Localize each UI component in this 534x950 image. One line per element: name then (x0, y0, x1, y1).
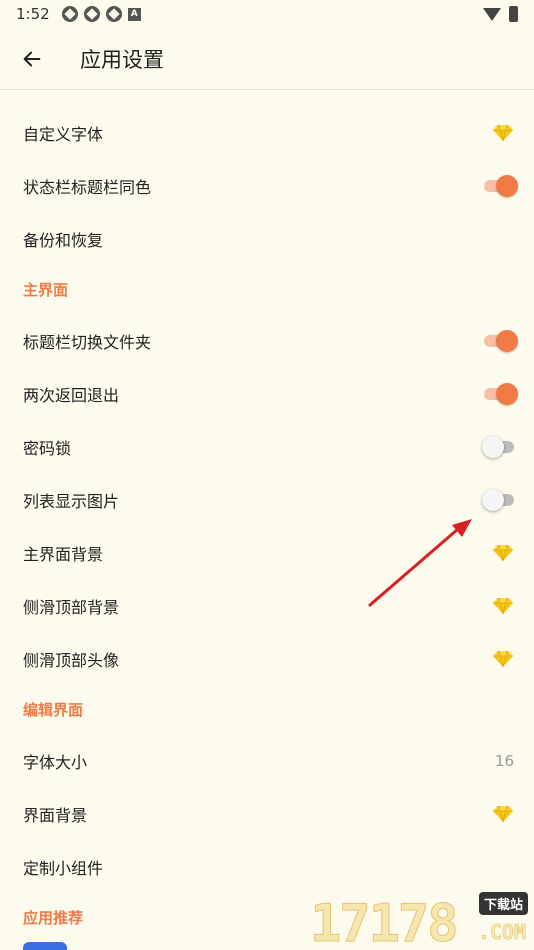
settings-row[interactable]: 侧滑顶部头像 (0, 632, 534, 685)
settings-row-label: 界面背景 (23, 805, 88, 825)
settings-row-label: 自定义字体 (23, 124, 104, 144)
settings-row-label: 状态栏标题栏同色 (23, 177, 152, 197)
settings-list: 自定义字体状态栏标题栏同色 备份和恢复主界面标题栏切换文件夹 两次返回退出 密码锁列表… (0, 106, 534, 942)
watermark-suffix: .COM (477, 920, 527, 945)
settings-row-label: 主界面背景 (23, 544, 104, 564)
toggle-switch[interactable] (482, 488, 518, 511)
toggle-thumb (482, 435, 504, 458)
settings-row[interactable]: 列表显示图片 (0, 473, 534, 526)
watermark-digits: 17178 (310, 894, 460, 950)
settings-row-label: 侧滑顶部背景 (23, 597, 120, 617)
app-recommend-icon[interactable] (23, 942, 67, 950)
diamond-icon (492, 544, 514, 562)
diamond-icon (492, 650, 514, 668)
diamond-icon (492, 805, 514, 823)
settings-row[interactable]: 侧滑顶部背景 (0, 579, 534, 632)
settings-row[interactable]: 主界面背景 (0, 526, 534, 579)
settings-row-label: 定制小组件 (23, 858, 104, 878)
app-bar: 应用设置 (0, 28, 534, 90)
settings-row-label: 两次返回退出 (23, 385, 120, 405)
settings-row-value: 16 (494, 751, 514, 770)
settings-row-label: 侧滑顶部头像 (23, 650, 120, 670)
section-header: 主界面 (23, 281, 69, 299)
section-header: 编辑界面 (23, 701, 84, 719)
settings-row-label: 列表显示图片 (23, 491, 120, 511)
settings-row[interactable]: 标题栏切换文件夹 (0, 314, 534, 367)
notification-icons: A (61, 6, 141, 22)
toggle-thumb (482, 488, 504, 511)
settings-row-label: 备份和恢复 (23, 230, 104, 250)
settings-row[interactable]: 自定义字体 (0, 106, 534, 159)
diamond-icon (492, 124, 514, 142)
notification-app-icon (83, 6, 100, 22)
diamond-icon (492, 597, 514, 615)
settings-row[interactable]: 定制小组件 (0, 840, 534, 893)
settings-row[interactable]: 字体大小 16 (0, 734, 534, 787)
status-time: 1:52 (16, 5, 50, 23)
notification-app-icon (105, 6, 122, 22)
toggle-switch[interactable] (482, 174, 518, 197)
toggle-thumb (496, 174, 518, 197)
settings-row-label: 字体大小 (23, 752, 88, 772)
settings-row[interactable]: 状态栏标题栏同色 (0, 159, 534, 212)
wifi-icon (483, 7, 501, 21)
back-button[interactable] (12, 39, 52, 79)
settings-row[interactable]: 密码锁 (0, 420, 534, 473)
settings-row[interactable]: 两次返回退出 (0, 367, 534, 420)
notification-app-icon (61, 6, 78, 22)
toggle-switch[interactable] (482, 435, 518, 458)
notification-letter-icon: A (127, 7, 141, 21)
toggle-switch[interactable] (482, 329, 518, 352)
system-icons (483, 6, 518, 22)
toggle-thumb (496, 382, 518, 405)
toggle-thumb (496, 329, 518, 352)
watermark-logo: 17178 下载站 .COM (310, 888, 534, 950)
watermark-badge: 下载站 (478, 892, 528, 915)
settings-row-label: 密码锁 (23, 438, 72, 458)
battery-icon (509, 6, 518, 22)
arrow-left-icon (23, 51, 41, 66)
settings-row[interactable]: 界面背景 (0, 787, 534, 840)
page-title: 应用设置 (80, 47, 164, 72)
settings-row-label: 标题栏切换文件夹 (23, 332, 152, 352)
status-bar: 1:52 A (0, 0, 534, 28)
toggle-switch[interactable] (482, 382, 518, 405)
settings-row[interactable]: 备份和恢复 (0, 212, 534, 265)
